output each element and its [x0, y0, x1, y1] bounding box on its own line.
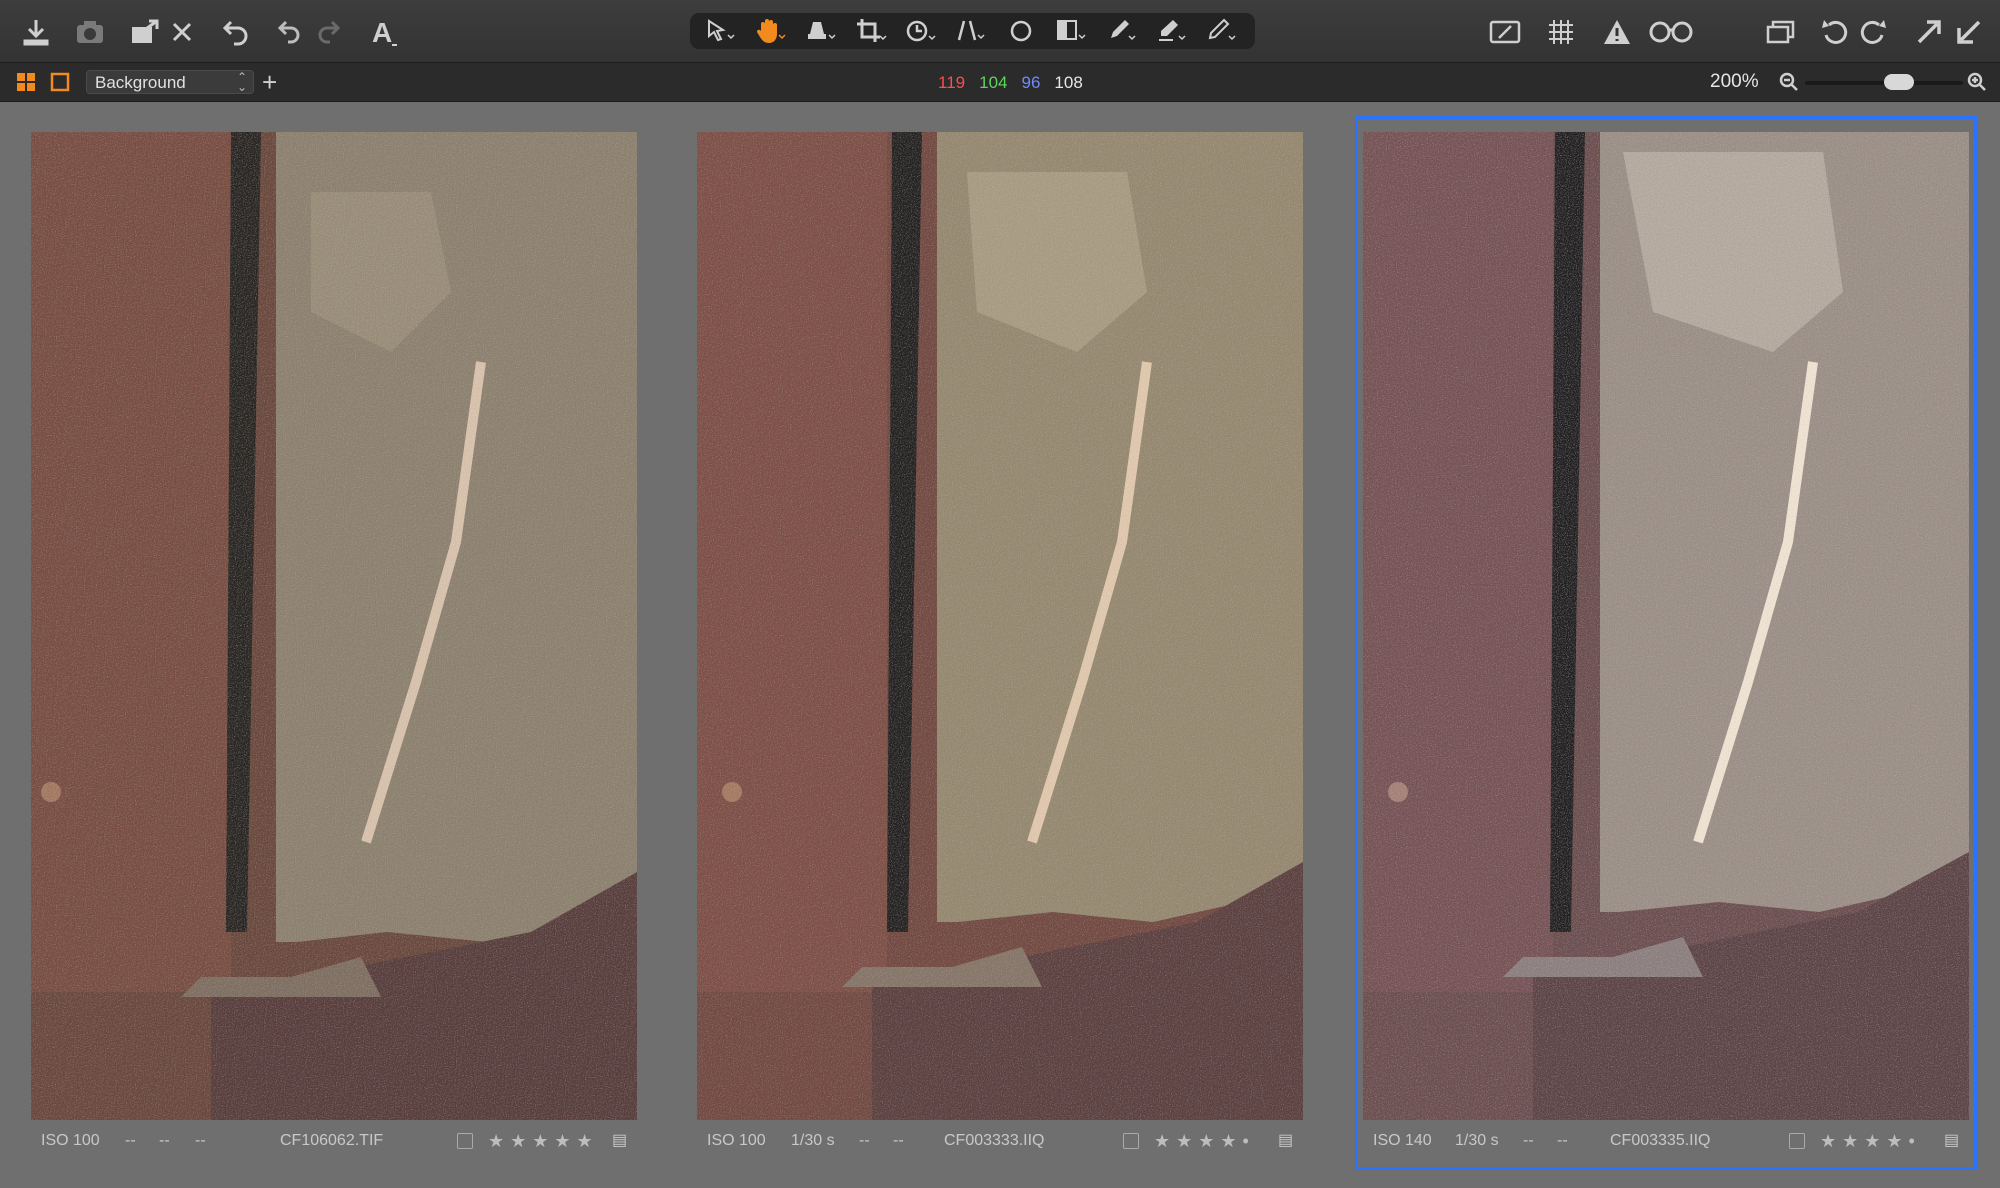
collapse-icon[interactable]	[1952, 12, 1986, 52]
filename: CF106062.TIF	[280, 1132, 384, 1149]
multi-view-icon[interactable]	[16, 72, 36, 92]
image-preview[interactable]	[1363, 132, 1969, 1120]
metadata-icon[interactable]: ▤	[612, 1122, 627, 1160]
erase-icon[interactable]	[1152, 13, 1190, 49]
layer-bar: Background ⌃ ⌄ + 119 104 96 108 200%	[0, 63, 2000, 102]
focal-value: --	[893, 1132, 904, 1149]
hand-pan-icon[interactable]	[752, 13, 790, 49]
shutter-value: 1/30 s	[1455, 1132, 1499, 1149]
viewer-panel-1[interactable]: ISO 100 -- -- -- CF106062.TIF ★★★★★ ▤	[31, 124, 637, 1162]
iso-value: ISO 100	[707, 1132, 766, 1149]
layer-select-value: Background	[95, 73, 186, 92]
zoom-slider-thumb[interactable]	[1884, 74, 1915, 90]
select-cursor-icon[interactable]	[702, 13, 740, 49]
iso-value: ISO 140	[1373, 1132, 1432, 1149]
green-value: 104	[979, 73, 1008, 92]
import-icon[interactable]	[18, 12, 54, 52]
undo-icon[interactable]	[274, 12, 306, 52]
circle-mask-icon[interactable]	[1002, 13, 1040, 49]
capture-camera-icon[interactable]	[72, 12, 108, 52]
focal-value: --	[1557, 1132, 1568, 1149]
star-rating[interactable]: ★★★★★	[488, 1122, 599, 1160]
select-checkbox[interactable]	[1789, 1133, 1805, 1149]
select-checkbox[interactable]	[1123, 1133, 1139, 1149]
iso-value: ISO 100	[41, 1132, 100, 1149]
svg-text:A: A	[372, 17, 392, 48]
red-value: 119	[938, 73, 966, 92]
text-icon[interactable]: A	[366, 12, 402, 52]
star-rating[interactable]: ★★★★•	[1154, 1122, 1255, 1160]
undo-history-icon[interactable]	[218, 12, 254, 52]
zoom-level: 200%	[1710, 71, 1759, 92]
select-arrows-icon: ⌃ ⌄	[236, 70, 247, 94]
export-icon[interactable]	[126, 12, 166, 52]
redo-icon[interactable]	[312, 12, 344, 52]
picker-icon[interactable]	[1202, 13, 1240, 49]
blue-value: 96	[1021, 73, 1041, 92]
image-preview[interactable]	[31, 132, 637, 1120]
metadata-icon[interactable]: ▤	[1278, 1122, 1293, 1160]
filename: CF003335.IIQ	[1610, 1132, 1711, 1149]
zoom-out-icon[interactable]	[1778, 71, 1800, 98]
layer-select[interactable]: Background ⌃ ⌄	[86, 70, 254, 94]
add-layer-button[interactable]: +	[262, 67, 277, 98]
single-view-icon[interactable]	[50, 72, 70, 92]
keystone-icon[interactable]	[952, 13, 990, 49]
star-rating[interactable]: ★★★★•	[1820, 1122, 1921, 1160]
shutter-value: --	[125, 1132, 136, 1149]
crop-icon[interactable]	[852, 13, 890, 49]
cursor-tools-group	[690, 13, 1255, 49]
aperture-value: --	[859, 1132, 870, 1149]
proof-glasses-icon[interactable]	[1646, 12, 1696, 52]
image-info-bar: ISO 100 1/30 s -- -- CF003333.IIQ ★★★★• …	[697, 1122, 1303, 1160]
rotate-left-icon[interactable]	[1818, 12, 1852, 52]
viewer-panel-3[interactable]: ISO 140 1/30 s -- -- CF003335.IIQ ★★★★• …	[1355, 116, 1977, 1170]
image-preview[interactable]	[697, 132, 1303, 1120]
zoom-in-icon[interactable]	[1966, 71, 1988, 98]
viewer-panel-2[interactable]: ISO 100 1/30 s -- -- CF003333.IIQ ★★★★• …	[697, 124, 1303, 1162]
image-info-bar: ISO 100 -- -- -- CF106062.TIF ★★★★★ ▤	[31, 1122, 637, 1160]
grid-icon[interactable]	[1542, 12, 1580, 52]
main-toolbar: A	[0, 0, 2000, 63]
delete-icon[interactable]	[166, 12, 198, 52]
image-info-bar: ISO 140 1/30 s -- -- CF003335.IIQ ★★★★• …	[1363, 1122, 1969, 1160]
viewer-icon[interactable]	[1762, 12, 1800, 52]
stamp-icon[interactable]	[802, 13, 840, 49]
expand-icon[interactable]	[1912, 12, 1946, 52]
rgb-readout: 119 104 96 108	[938, 73, 1083, 93]
focal-value: --	[195, 1132, 206, 1149]
aperture-value: --	[159, 1132, 170, 1149]
shutter-value: 1/30 s	[791, 1132, 835, 1149]
gradient-mask-icon[interactable]	[1052, 13, 1090, 49]
filename: CF003333.IIQ	[944, 1132, 1045, 1149]
annotate-icon[interactable]	[1486, 12, 1524, 52]
rotate-right-icon[interactable]	[1856, 12, 1890, 52]
metadata-icon[interactable]: ▤	[1944, 1122, 1959, 1160]
brush-icon[interactable]	[1102, 13, 1140, 49]
aperture-value: --	[1523, 1132, 1534, 1149]
luminance-value: 108	[1054, 73, 1083, 92]
select-checkbox[interactable]	[457, 1133, 473, 1149]
rotate-icon[interactable]	[902, 13, 940, 49]
exposure-warning-icon[interactable]	[1598, 12, 1636, 52]
